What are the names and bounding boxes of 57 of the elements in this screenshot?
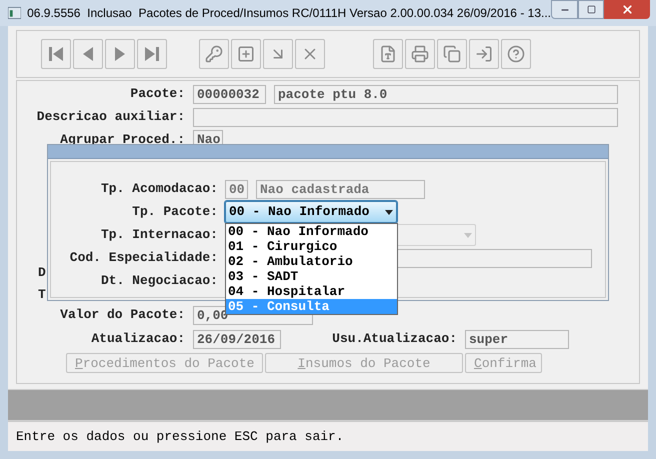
field-label: Valor do Pacote:	[59, 306, 185, 324]
document-icon	[379, 45, 397, 63]
description-field[interactable]: Nao cadastrada	[256, 180, 425, 198]
last-record-button[interactable]	[137, 39, 167, 69]
add-button[interactable]	[231, 39, 261, 69]
close-icon	[620, 3, 634, 16]
caret-icon	[464, 232, 472, 238]
close-button[interactable]	[604, 0, 650, 19]
exit-button[interactable]	[469, 39, 499, 69]
caret-icon	[385, 210, 393, 214]
field-label: Cod. Especialidade:	[68, 249, 218, 268]
key-icon	[205, 45, 223, 63]
field-label: Tp. Pacote:	[131, 203, 218, 222]
print-button[interactable]	[405, 39, 435, 69]
dropdown-option[interactable]: 00 - Nao Informado	[226, 224, 397, 239]
date-field[interactable]: 26/09/2016	[193, 330, 281, 348]
field-label: Descricao auxiliar:	[36, 108, 185, 126]
dropdown-option[interactable]: 01 - Cirurgico	[226, 239, 397, 254]
field-label: Dt. Negociacao:	[100, 272, 218, 290]
dropdown[interactable]: 00 - Nao Informado	[225, 201, 397, 223]
plus-icon	[237, 45, 255, 63]
code-field[interactable]: 00	[225, 180, 248, 198]
form-button[interactable]	[373, 39, 403, 69]
dropdown-option[interactable]: 02 - Ambulatorio	[226, 254, 397, 269]
door-icon	[475, 45, 493, 63]
edit-button[interactable]	[263, 39, 293, 69]
field-label: Pacote:	[129, 85, 185, 104]
maximize-button[interactable]	[578, 0, 604, 19]
status-text: Entre os dados ou pressione ESC para sair.	[16, 428, 344, 446]
field-label: Usu.Atualizacao:	[331, 330, 457, 348]
first-icon	[46, 44, 66, 64]
user-field[interactable]: super	[465, 330, 569, 348]
help-icon	[507, 45, 525, 63]
first-record-button[interactable]	[41, 39, 71, 69]
previous-record-button[interactable]	[73, 39, 103, 69]
maximize-icon	[586, 5, 596, 14]
copy-icon	[443, 45, 461, 63]
app-icon	[8, 7, 22, 19]
help-button[interactable]	[501, 39, 531, 69]
printer-icon	[411, 45, 429, 63]
text-field[interactable]	[193, 108, 618, 126]
field-label: Atualizacao:	[90, 330, 185, 348]
dropdown-option[interactable]: 04 - Hospitalar	[226, 284, 397, 299]
description-field[interactable]: pacote ptu 8.0	[274, 84, 618, 104]
field-label: Tp. Acomodacao:	[100, 180, 218, 198]
code-field[interactable]: 00000032	[193, 84, 266, 104]
last-icon	[142, 44, 162, 64]
dropdown-option[interactable]: 03 - SADT	[226, 269, 397, 284]
field-label: D	[38, 264, 47, 281]
field-label: T	[38, 286, 47, 303]
field-label: Agrupar Proced.:	[59, 131, 185, 149]
copy-button[interactable]	[437, 39, 467, 69]
next-record-button[interactable]	[105, 39, 135, 69]
delete-button[interactable]	[295, 39, 325, 69]
field-label: Tp. Internacao:	[100, 226, 218, 244]
search-button[interactable]	[199, 39, 229, 69]
window-title: 06.9.5556 Inclusao Pacotes de Proced/Insumos RC/0111H Versao 2.00.00.034 26/09/2016 - 13...	[27, 5, 551, 22]
